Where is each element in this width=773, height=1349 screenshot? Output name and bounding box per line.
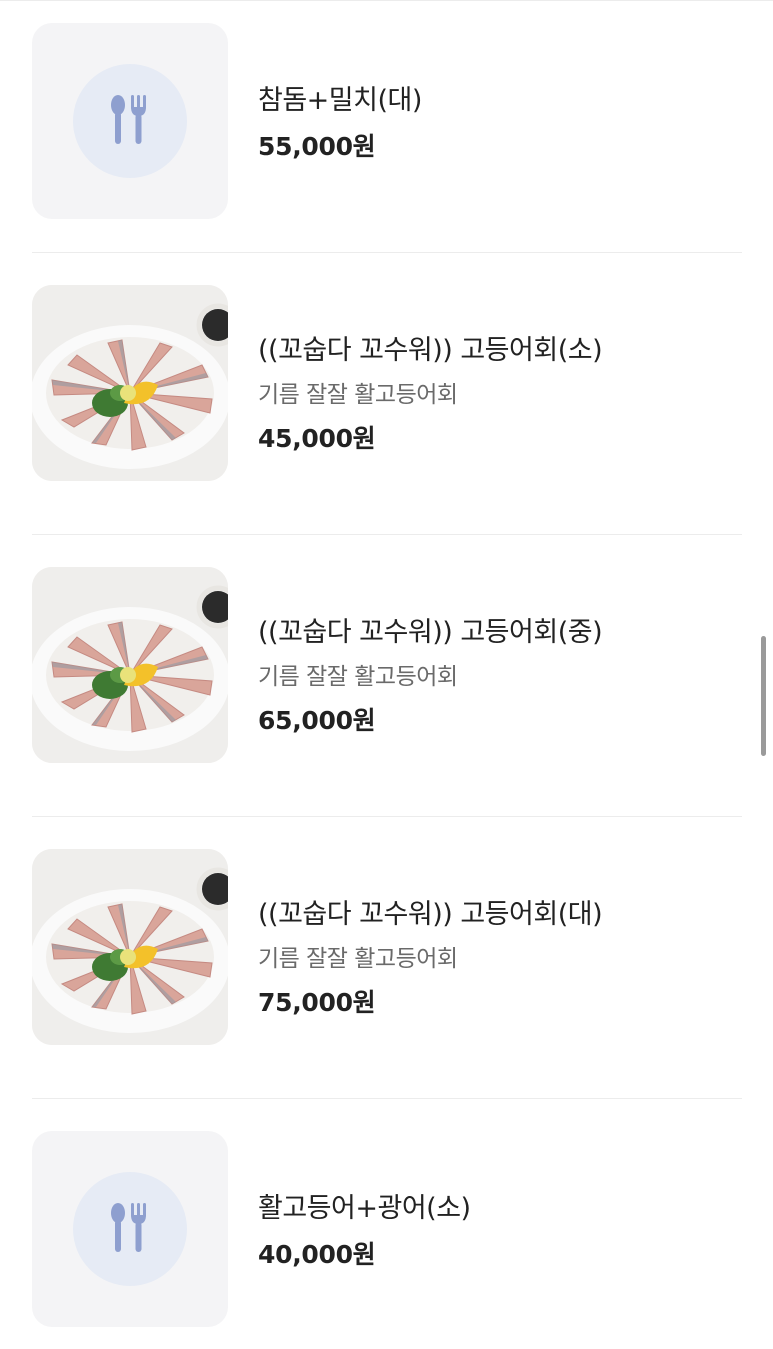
menu-item[interactable]: ((꼬숩다 꼬수워)) 고등어회(대) 기름 잘잘 활고등어회 75,000원 (32, 849, 742, 1067)
menu-item-price: 45,000원 (258, 424, 376, 453)
menu-item[interactable]: ((꼬숩다 꼬수워)) 고등어회(중) 기름 잘잘 활고등어회 65,000원 (32, 567, 742, 785)
menu-item-photo (32, 567, 228, 763)
menu-item-description: 기름 잘잘 활고등어회 (258, 664, 458, 690)
divider (32, 1098, 742, 1099)
menu-item-name: ((꼬숩다 꼬수워)) 고등어회(대) (258, 899, 603, 930)
menu-item-photo (32, 285, 228, 481)
menu-item-photo (32, 849, 228, 1045)
menu-item-image-placeholder (32, 23, 228, 219)
top-divider (0, 0, 773, 1)
menu-item[interactable]: 활고등어+광어(소) 40,000원 (32, 1131, 742, 1349)
divider (32, 252, 742, 253)
menu-item-price: 65,000원 (258, 706, 376, 735)
menu-item-image-placeholder (32, 1131, 228, 1327)
menu-item-name: 활고등어+광어(소) (258, 1193, 471, 1224)
menu-item-name: ((꼬숩다 꼬수워)) 고등어회(중) (258, 617, 603, 648)
menu-item-description: 기름 잘잘 활고등어회 (258, 382, 458, 408)
menu-item-price: 75,000원 (258, 988, 376, 1017)
fork-spoon-icon (111, 95, 146, 144)
divider (32, 816, 742, 817)
divider (32, 534, 742, 535)
menu-item[interactable]: 참돔+밀치(대) 55,000원 (32, 23, 742, 241)
menu-item-description: 기름 잘잘 활고등어회 (258, 946, 458, 972)
menu-item-name: 참돔+밀치(대) (258, 85, 422, 116)
scrollbar[interactable] (761, 636, 766, 756)
menu-item-price: 55,000원 (258, 132, 376, 161)
menu-item-price: 40,000원 (258, 1240, 376, 1269)
fork-spoon-icon (111, 1203, 146, 1252)
menu-item-name: ((꼬숩다 꼬수워)) 고등어회(소) (258, 335, 603, 366)
menu-item[interactable]: ((꼬숩다 꼬수워)) 고등어회(소) 기름 잘잘 활고등어회 45,000원 (32, 285, 742, 503)
